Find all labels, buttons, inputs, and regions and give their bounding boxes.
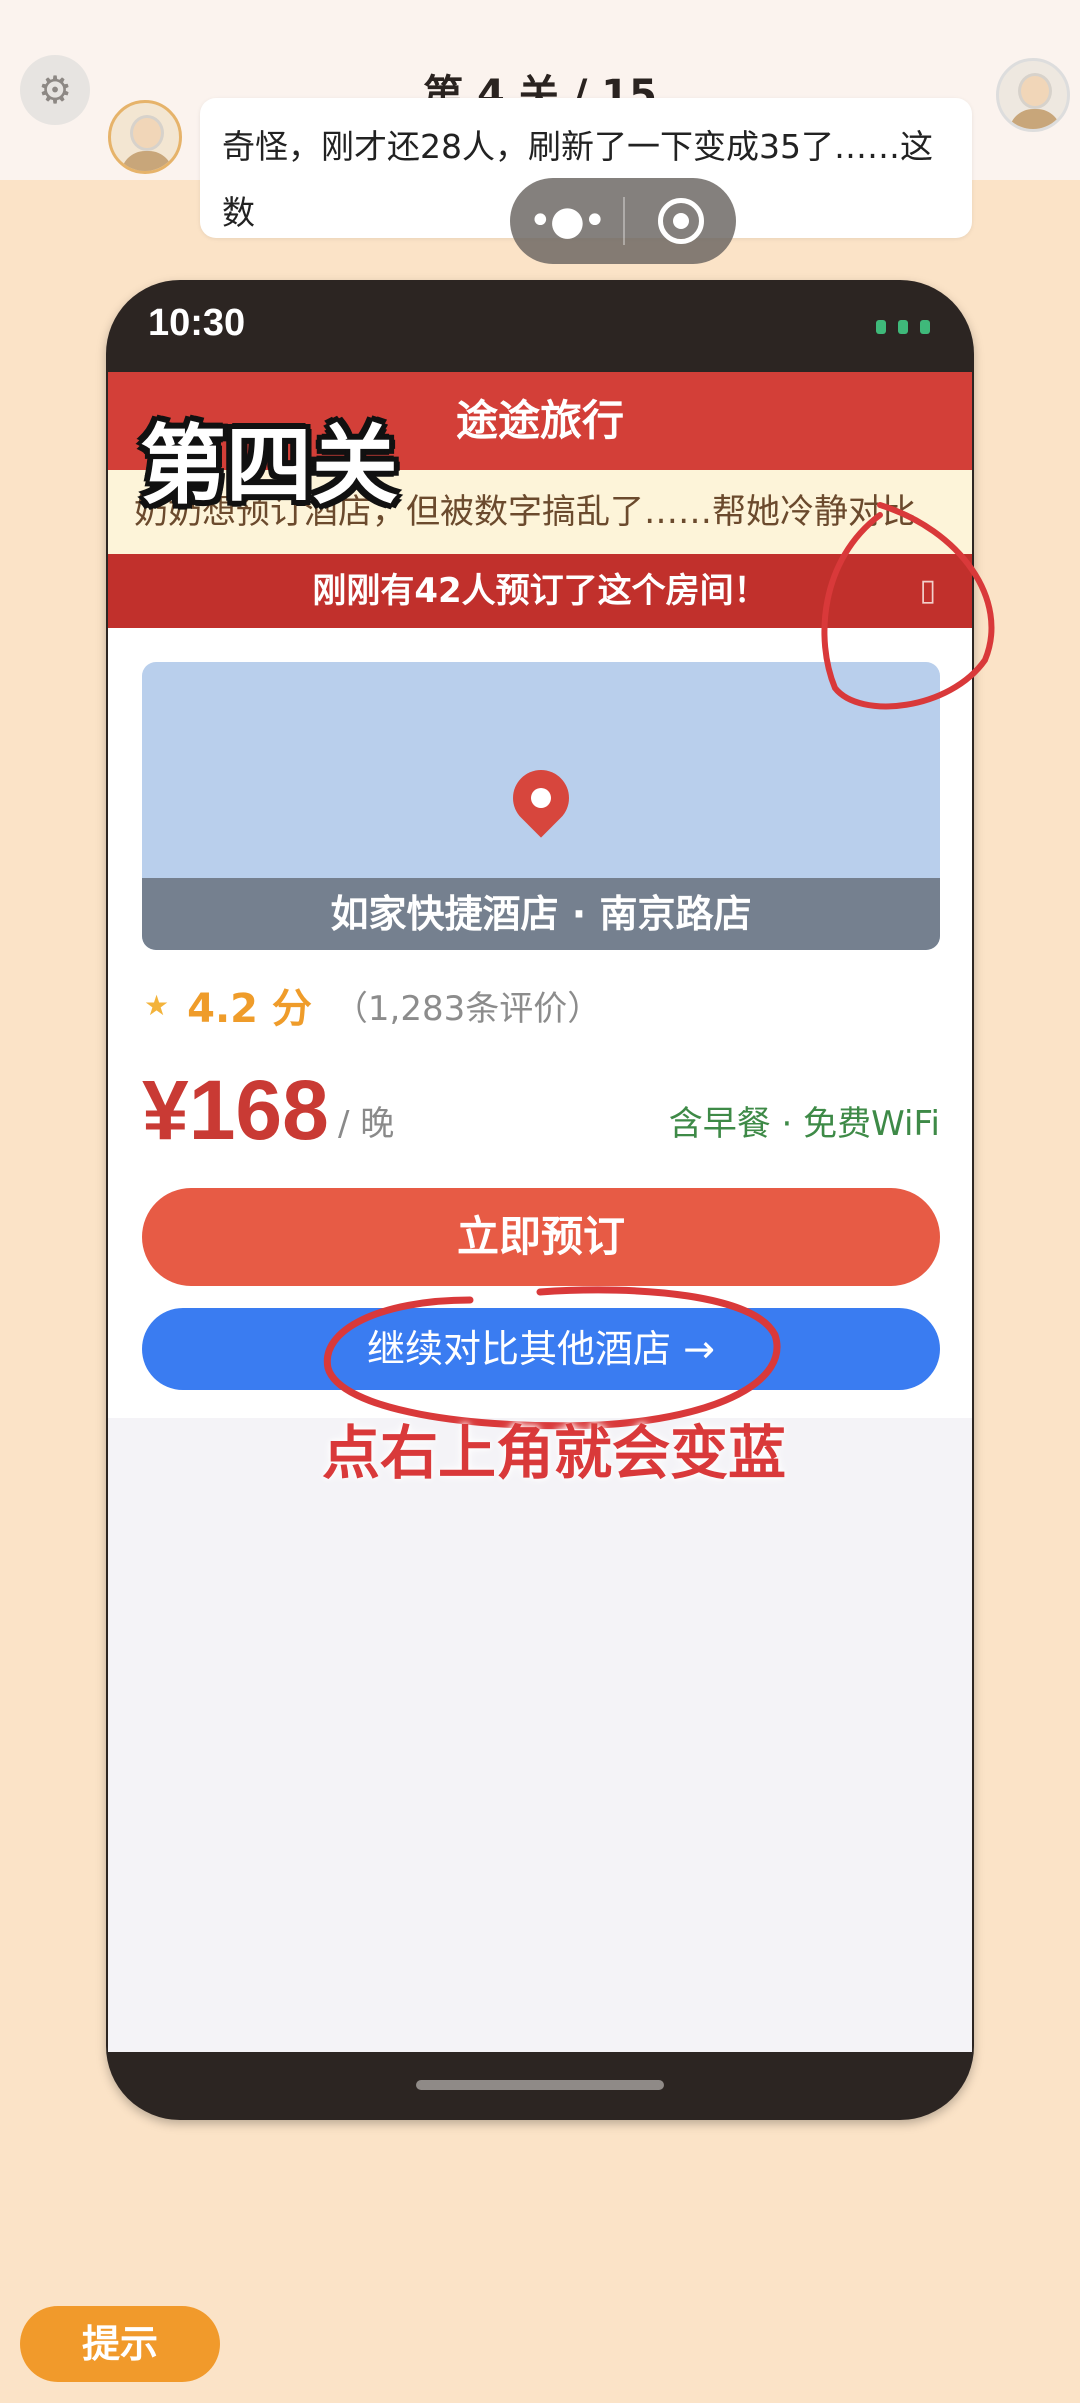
battery-icon <box>920 320 930 334</box>
miniprogram-capsule: •●• <box>510 178 736 264</box>
per-night: / 晚 <box>338 1104 395 1144</box>
book-now-button[interactable]: 立即预订 <box>142 1188 940 1286</box>
status-icons <box>876 320 930 334</box>
home-indicator <box>416 2080 664 2090</box>
capsule-close-button[interactable] <box>625 198 736 244</box>
wifi-icon <box>898 320 908 334</box>
hotel-card: 如家快捷酒店 · 南京路店 ★ 4.2 分 （1,283条评价） ¥168 / … <box>108 628 972 1418</box>
stage-label: 第四关 <box>140 416 398 516</box>
compare-hotels-button[interactable]: 继续对比其他酒店 → <box>142 1308 940 1390</box>
price-row: ¥168 / 晚 含早餐 · 免费WiFi <box>142 1060 940 1160</box>
target-close-icon <box>657 198 704 244</box>
rating-count: （1,283条评价） <box>333 988 602 1029</box>
alert-close-button[interactable]: ▯ <box>919 554 936 628</box>
app-screen: 途途旅行 奶奶想预订酒店，但被数字搞乱了……帮她冷静对比 刚刚有42人预订了这个… <box>108 372 972 2052</box>
status-time: 10:30 <box>148 302 246 344</box>
grandma-avatar <box>108 100 182 174</box>
phone-frame: 10:30 途途旅行 奶奶想预订酒店，但被数字搞乱了……帮她冷静对比 刚刚有42… <box>106 280 974 2120</box>
rating-score: 4.2 分 <box>187 986 312 1032</box>
annotation-text: 点右上角就会变蓝 <box>322 1419 787 1487</box>
hotel-name: 如家快捷酒店 · 南京路店 <box>142 878 940 950</box>
grandma-avatar-right <box>996 58 1070 132</box>
signal-icon <box>876 320 886 334</box>
more-dots-icon[interactable]: •●• <box>510 198 623 244</box>
rating-row: ★ 4.2 分 （1,283条评价） <box>144 976 601 1034</box>
location-pin-icon <box>501 758 581 838</box>
booking-alert-bar: 刚刚有42人预订了这个房间！ ▯ <box>108 554 972 628</box>
hotel-map: 如家快捷酒店 · 南京路店 <box>142 662 940 950</box>
price: ¥168 <box>142 1063 329 1157</box>
star-icon: ★ <box>144 988 170 1022</box>
amenities: 含早餐 · 免费WiFi <box>668 1104 940 1144</box>
hint-button[interactable]: 提示 <box>20 2306 220 2382</box>
booking-alert-text: 刚刚有42人预订了这个房间！ <box>312 571 768 611</box>
